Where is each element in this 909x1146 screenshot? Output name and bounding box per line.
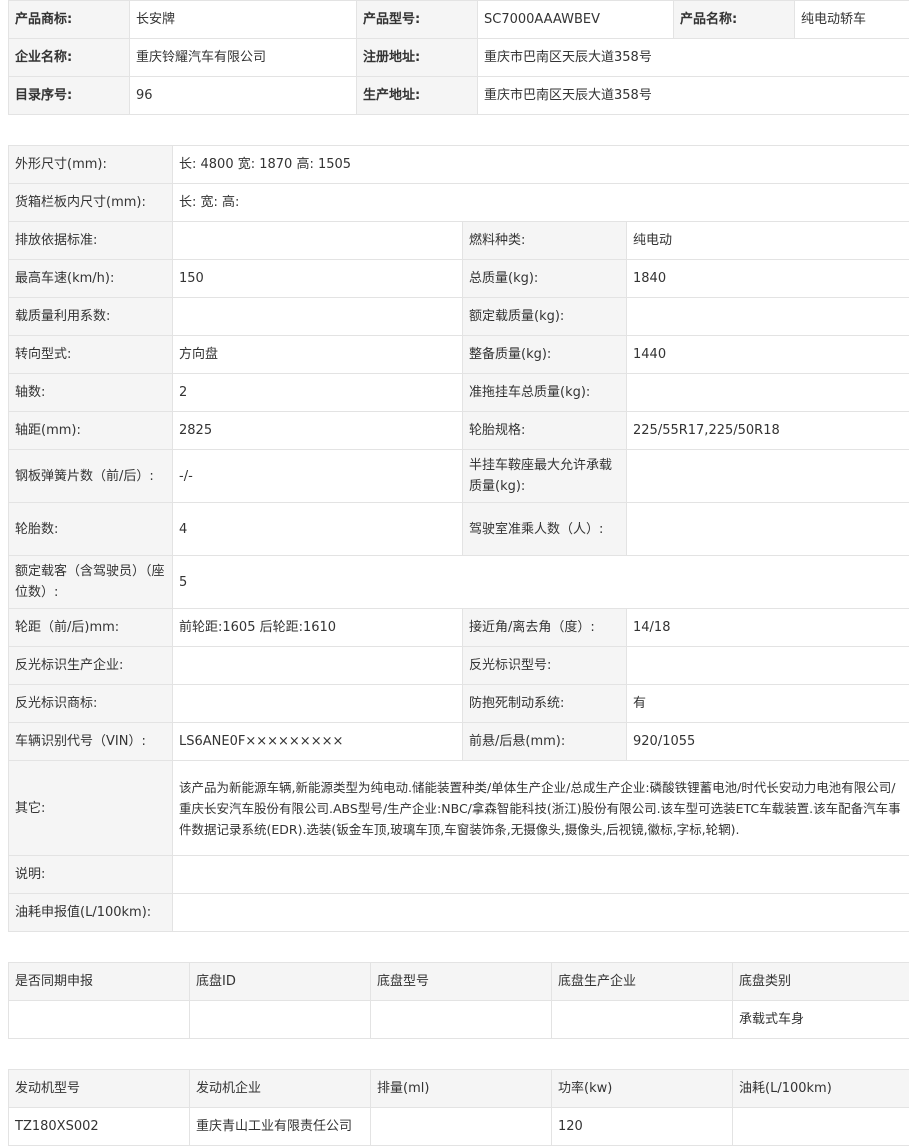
fuel-label: 燃料种类: [462, 221, 627, 260]
company-value: 重庆铃耀汽车有限公司 [129, 38, 357, 77]
leaf-spring-label: 钢板弹簧片数（前/后）: [8, 449, 173, 503]
prod-addr-value: 重庆市巴南区天辰大道358号 [477, 76, 909, 115]
trailer-value [626, 373, 909, 412]
reflector-model-value [626, 646, 909, 685]
engine-cell [732, 1107, 909, 1146]
rated-load-label: 额定载质量(kg): [462, 297, 627, 336]
engine-header-cell: 排量(ml) [370, 1069, 552, 1108]
dims-label: 外形尺寸(mm): [8, 145, 173, 184]
cab-label: 驾驶室准乘人数（人）: [462, 502, 627, 556]
engine-cell: 重庆青山工业有限责任公司 [189, 1107, 371, 1146]
seats-value: 5 [172, 555, 909, 609]
total-mass-value: 1840 [626, 259, 909, 298]
saddle-value [626, 449, 909, 503]
tires-value: 4 [172, 502, 463, 556]
tire-spec-label: 轮胎规格: [462, 411, 627, 450]
chassis-table: 是否同期申报 底盘ID 底盘型号 底盘生产企业 底盘类别 承载式车身 [8, 962, 909, 1039]
engine-cell: 120 [551, 1107, 733, 1146]
specs-table: 外形尺寸(mm): 长: 4800 宽: 1870 高: 1505 货箱栏板内尺… [8, 145, 909, 932]
steering-label: 转向型式: [8, 335, 173, 374]
abs-label: 防抱死制动系统: [462, 684, 627, 723]
chassis-cell [8, 1000, 190, 1039]
model-value: SC7000AAAWBEV [477, 0, 674, 39]
track-value: 前轮距:1605 后轮距:1610 [172, 608, 463, 647]
wheelbase-value: 2825 [172, 411, 463, 450]
chassis-header-cell: 底盘类别 [732, 962, 909, 1001]
emission-label: 排放依据标准: [8, 221, 173, 260]
fuel-report-value [172, 893, 909, 932]
name-value: 纯电动轿车 [794, 0, 909, 39]
tire-spec-value: 225/55R17,225/50R18 [626, 411, 909, 450]
engine-table: 发动机型号 发动机企业 排量(ml) 功率(kw) 油耗(L/100km) TZ… [8, 1069, 909, 1146]
reflector-maker-value [172, 646, 463, 685]
catalog-label: 目录序号: [8, 76, 130, 115]
chassis-cell [189, 1000, 371, 1039]
dims-value: 长: 4800 宽: 1870 高: 1505 [172, 145, 909, 184]
curb-mass-value: 1440 [626, 335, 909, 374]
engine-header-cell: 功率(kw) [551, 1069, 733, 1108]
tires-label: 轮胎数: [8, 502, 173, 556]
vin-label: 车辆识别代号（VIN）: [8, 722, 173, 761]
engine-header-cell: 油耗(L/100km) [732, 1069, 909, 1108]
overhang-label: 前悬/后悬(mm): [462, 722, 627, 761]
curb-mass-label: 整备质量(kg): [462, 335, 627, 374]
engine-cell [370, 1107, 552, 1146]
other-value: 该产品为新能源车辆,新能源类型为纯电动.储能装置种类/单体生产企业/总成生产企业… [172, 760, 909, 856]
chassis-cell [551, 1000, 733, 1039]
angle-label: 接近角/离去角（度）: [462, 608, 627, 647]
reflector-maker-label: 反光标识生产企业: [8, 646, 173, 685]
brand-label: 产品商标: [8, 0, 130, 39]
note-value [172, 855, 909, 894]
seats-label: 额定载客（含驾驶员）（座位数）: [8, 555, 173, 609]
model-label: 产品型号: [356, 0, 478, 39]
chassis-cell [370, 1000, 552, 1039]
prod-addr-label: 生产地址: [356, 76, 478, 115]
load-coef-value [172, 297, 463, 336]
company-label: 企业名称: [8, 38, 130, 77]
engine-header-cell: 发动机企业 [189, 1069, 371, 1108]
catalog-value: 96 [129, 76, 357, 115]
brand-value: 长安牌 [129, 0, 357, 39]
wheelbase-label: 轴距(mm): [8, 411, 173, 450]
cab-value [626, 502, 909, 556]
vin-value: LS6ANE0F××××××××× [172, 722, 463, 761]
speed-label: 最高车速(km/h): [8, 259, 173, 298]
name-label: 产品名称: [673, 0, 795, 39]
total-mass-label: 总质量(kg): [462, 259, 627, 298]
abs-value: 有 [626, 684, 909, 723]
saddle-label: 半挂车鞍座最大允许承载质量(kg): [462, 449, 627, 503]
engine-cell: TZ180XS002 [8, 1107, 190, 1146]
reg-addr-value: 重庆市巴南区天辰大道358号 [477, 38, 909, 77]
fuel-report-label: 油耗申报值(L/100km): [8, 893, 173, 932]
track-label: 轮距（前/后)mm: [8, 608, 173, 647]
engine-header-cell: 发动机型号 [8, 1069, 190, 1108]
emission-value [172, 221, 463, 260]
chassis-cell: 承载式车身 [732, 1000, 909, 1039]
reflector-brand-label: 反光标识商标: [8, 684, 173, 723]
fuel-value: 纯电动 [626, 221, 909, 260]
note-label: 说明: [8, 855, 173, 894]
product-info-table: 产品商标: 长安牌 产品型号: SC7000AAAWBEV 产品名称: 纯电动轿… [8, 0, 909, 115]
cargo-dims-label: 货箱栏板内尺寸(mm): [8, 183, 173, 222]
cargo-dims-value: 长: 宽: 高: [172, 183, 909, 222]
reflector-model-label: 反光标识型号: [462, 646, 627, 685]
chassis-header-cell: 底盘ID [189, 962, 371, 1001]
axles-label: 轴数: [8, 373, 173, 412]
reg-addr-label: 注册地址: [356, 38, 478, 77]
steering-value: 方向盘 [172, 335, 463, 374]
axles-value: 2 [172, 373, 463, 412]
load-coef-label: 载质量利用系数: [8, 297, 173, 336]
overhang-value: 920/1055 [626, 722, 909, 761]
rated-load-value [626, 297, 909, 336]
speed-value: 150 [172, 259, 463, 298]
other-label: 其它: [8, 760, 173, 856]
chassis-header-cell: 底盘型号 [370, 962, 552, 1001]
reflector-brand-value [172, 684, 463, 723]
leaf-spring-value: -/- [172, 449, 463, 503]
chassis-header-cell: 底盘生产企业 [551, 962, 733, 1001]
chassis-header-cell: 是否同期申报 [8, 962, 190, 1001]
angle-value: 14/18 [626, 608, 909, 647]
trailer-label: 准拖挂车总质量(kg): [462, 373, 627, 412]
